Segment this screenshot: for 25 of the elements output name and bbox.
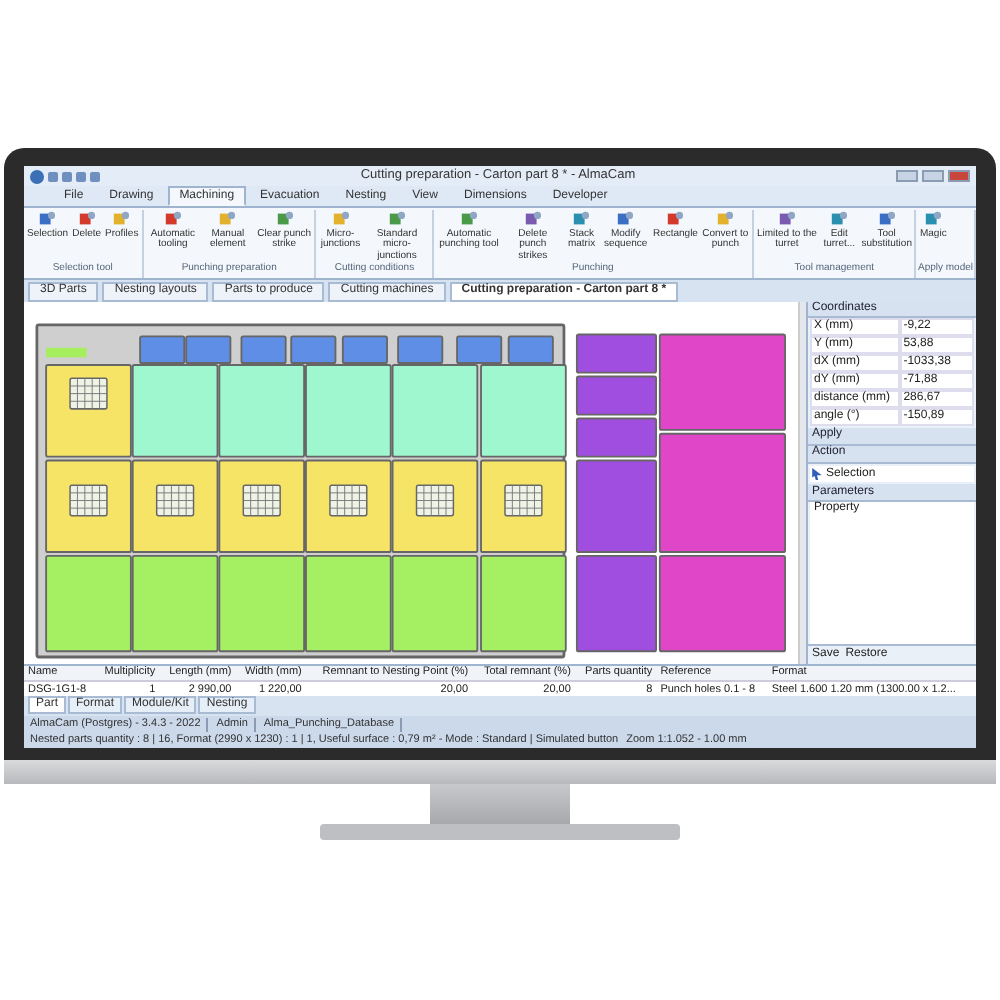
tool-icon [830,209,849,228]
app-logo-icon [30,169,44,183]
tool-icon [523,209,542,228]
tool-icon [777,209,796,228]
cursor-icon [812,467,822,480]
tool-icon [38,209,57,228]
monitor-stand [430,784,570,824]
close-button[interactable] [948,170,970,182]
tool-icon [218,209,237,228]
tool-icon [924,209,943,228]
tool-icon [877,209,896,228]
tool-icon [112,209,131,228]
tool-icon [572,209,591,228]
tool-icon [77,209,96,228]
tool-icon [275,209,294,228]
maximize-button[interactable] [922,170,944,182]
tool-icon [331,209,350,228]
tool-icon [387,209,406,228]
tool-icon [616,209,635,228]
tool-icon [666,209,685,228]
scrollbar[interactable] [798,301,806,664]
minimize-button[interactable] [896,170,918,182]
tool-icon [163,209,182,228]
tool-icon [459,209,478,228]
tool-icon [716,209,735,228]
